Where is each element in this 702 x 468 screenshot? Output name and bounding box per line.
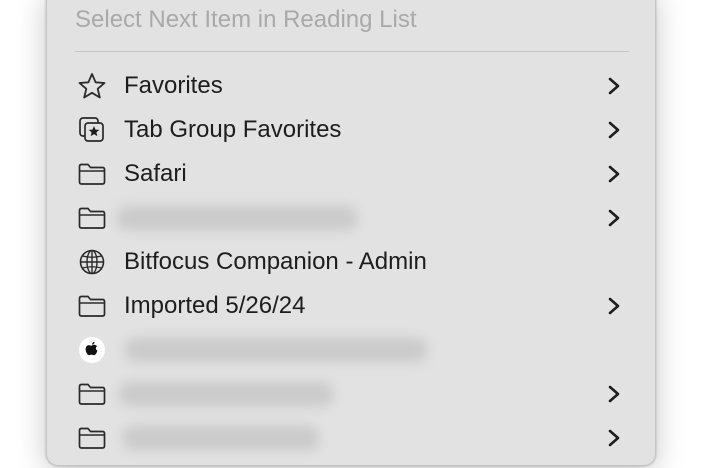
folder-icon: [77, 204, 107, 232]
bookmarks-menu: Select Next Item in Reading List Favorit…: [46, 0, 656, 466]
tab-group-star-icon: [77, 116, 107, 144]
folder-icon: [77, 160, 107, 188]
menu-separator: [75, 51, 629, 52]
menu-item-label: Safari: [124, 160, 187, 187]
redacted-label: [119, 382, 333, 406]
menu-item-redacted-folder[interactable]: [57, 418, 647, 458]
menu-item-label: Bitfocus Companion - Admin: [124, 248, 427, 275]
redacted-label: [125, 338, 427, 362]
menu-item-imported-folder[interactable]: Imported 5/26/24: [57, 286, 647, 326]
folder-icon: [77, 424, 107, 452]
menu-item-redacted-site[interactable]: [57, 330, 647, 370]
chevron-right-icon: [608, 77, 620, 95]
redacted-label: [123, 426, 319, 450]
menu-item-label: Imported 5/26/24: [124, 292, 306, 319]
menu-item-favorites[interactable]: Favorites: [57, 66, 647, 106]
menu-item-label: Favorites: [124, 72, 223, 99]
menu-item-label: Tab Group Favorites: [124, 116, 342, 143]
chevron-right-icon: [608, 297, 620, 315]
menu-item-tab-group-favorites[interactable]: Tab Group Favorites: [57, 110, 647, 150]
chevron-right-icon: [608, 121, 620, 139]
redacted-label: [117, 206, 357, 230]
menu-item-bitfocus-companion[interactable]: Bitfocus Companion - Admin: [57, 242, 647, 282]
chevron-right-icon: [608, 385, 620, 403]
apple-icon: [77, 336, 107, 364]
folder-icon: [77, 292, 107, 320]
chevron-right-icon: [608, 429, 620, 447]
folder-icon: [77, 380, 107, 408]
star-icon: [77, 72, 107, 100]
menu-item-redacted-folder[interactable]: [57, 374, 647, 414]
chevron-right-icon: [608, 165, 620, 183]
menu-item-safari-folder[interactable]: Safari: [57, 154, 647, 194]
menu-item-redacted-folder[interactable]: [57, 198, 647, 238]
chevron-right-icon: [608, 209, 620, 227]
globe-icon: [77, 248, 107, 276]
select-next-reading-list-item: Select Next Item in Reading List: [75, 6, 417, 33]
